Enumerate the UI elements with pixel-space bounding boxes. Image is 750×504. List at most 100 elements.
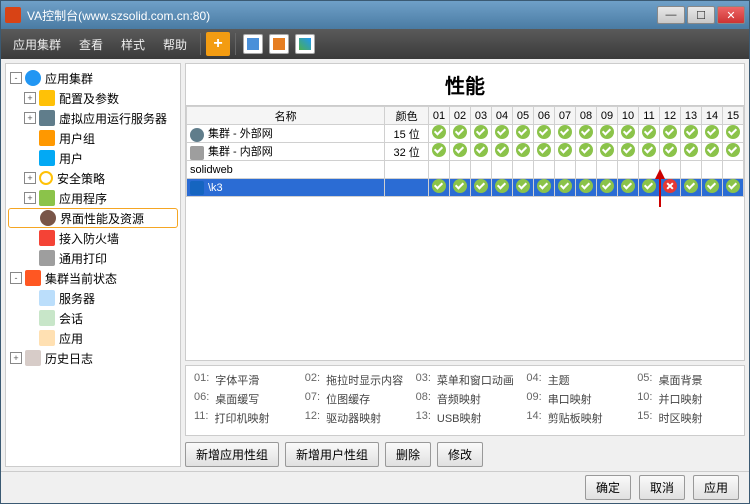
table-row[interactable]: \k3 bbox=[187, 179, 744, 197]
tree-item-0[interactable]: +配置及参数 bbox=[8, 88, 178, 108]
legend-item: 09:串口映射 bbox=[526, 391, 625, 407]
tree-item-1[interactable]: +虚拟应用运行服务器 bbox=[8, 108, 178, 128]
expand-icon[interactable] bbox=[24, 152, 36, 164]
legend-item: 11:打印机映射 bbox=[194, 410, 293, 426]
tree-history[interactable]: +历史日志 bbox=[8, 348, 178, 368]
expand-icon[interactable] bbox=[25, 212, 37, 224]
expand-icon[interactable]: - bbox=[10, 72, 22, 84]
modify-button[interactable]: 修改 bbox=[437, 442, 483, 467]
table-row[interactable]: 集群 - 外部网15 位 bbox=[187, 125, 744, 143]
tree-root[interactable]: -应用集群 bbox=[8, 68, 178, 88]
check-icon bbox=[663, 143, 677, 157]
check-icon bbox=[621, 125, 635, 139]
expand-icon[interactable]: + bbox=[24, 112, 36, 124]
tree-status-0[interactable]: 服务器 bbox=[8, 288, 178, 308]
check-icon bbox=[684, 125, 698, 139]
table-row[interactable]: solidweb bbox=[187, 161, 744, 179]
legend-item: 15:时区映射 bbox=[637, 410, 736, 426]
ic-stat-icon bbox=[25, 270, 41, 286]
tree-label: 应用程序 bbox=[59, 190, 107, 207]
tree-item-4[interactable]: +安全策略 bbox=[8, 168, 178, 188]
expand-icon[interactable] bbox=[24, 312, 36, 324]
tree-item-6[interactable]: 界面性能及资源 bbox=[8, 208, 178, 228]
menu-style[interactable]: 样式 bbox=[113, 32, 153, 57]
menu-view[interactable]: 查看 bbox=[71, 32, 111, 57]
check-icon bbox=[453, 143, 467, 157]
row-name: solidweb bbox=[190, 164, 233, 176]
legend-item: 07:位图缓存 bbox=[305, 391, 404, 407]
cancel-button[interactable]: 取消 bbox=[639, 475, 685, 500]
performance-grid: 名称颜色010203040506070809101112131415集群 - 外… bbox=[185, 105, 745, 361]
expand-icon[interactable]: + bbox=[24, 192, 36, 204]
row-color bbox=[385, 161, 429, 179]
table-row[interactable]: 集群 - 内部网32 位 bbox=[187, 143, 744, 161]
toolbar-btn-2[interactable] bbox=[267, 32, 291, 56]
check-icon bbox=[432, 179, 446, 193]
expand-icon[interactable]: - bbox=[10, 272, 22, 284]
expand-icon[interactable] bbox=[24, 132, 36, 144]
check-icon bbox=[663, 125, 677, 139]
check-icon bbox=[579, 125, 593, 139]
ri-home-icon bbox=[190, 146, 204, 160]
expand-icon[interactable] bbox=[24, 332, 36, 344]
apply-button[interactable]: 应用 bbox=[693, 475, 739, 500]
add-usergroup-button[interactable]: 新增用户性组 bbox=[285, 442, 379, 467]
window-title: VA控制台(www.szsolid.com.cn:80) bbox=[27, 7, 657, 24]
check-icon bbox=[516, 179, 530, 193]
col-12: 12 bbox=[660, 107, 681, 125]
row-color bbox=[385, 179, 429, 197]
col-11: 11 bbox=[639, 107, 660, 125]
toolbar-add-icon[interactable]: + bbox=[206, 32, 230, 56]
tree-item-7[interactable]: 接入防火墙 bbox=[8, 228, 178, 248]
tree-label: 集群当前状态 bbox=[45, 270, 117, 287]
check-icon bbox=[453, 125, 467, 139]
toolbar-btn-1[interactable] bbox=[241, 32, 265, 56]
check-icon bbox=[621, 179, 635, 193]
legend-item: 05:桌面背景 bbox=[637, 372, 736, 388]
tree-status-1[interactable]: 会话 bbox=[8, 308, 178, 328]
delete-button[interactable]: 删除 bbox=[385, 442, 431, 467]
col-05: 05 bbox=[513, 107, 534, 125]
col-06: 06 bbox=[534, 107, 555, 125]
check-icon bbox=[621, 143, 635, 157]
tree-item-8[interactable]: 通用打印 bbox=[8, 248, 178, 268]
tree-item-2[interactable]: 用户组 bbox=[8, 128, 178, 148]
ok-button[interactable]: 确定 bbox=[585, 475, 631, 500]
ic-sess-icon bbox=[39, 310, 55, 326]
legend-item: 02:拖拉时显示内容 bbox=[305, 372, 404, 388]
col-13: 13 bbox=[681, 107, 702, 125]
menu-appcluster[interactable]: 应用集群 bbox=[5, 32, 69, 57]
expand-icon[interactable]: + bbox=[24, 92, 36, 104]
tree-status[interactable]: - 集群当前状态 bbox=[8, 268, 178, 288]
col-04: 04 bbox=[492, 107, 513, 125]
expand-icon[interactable] bbox=[24, 232, 36, 244]
ic-app2-icon bbox=[39, 330, 55, 346]
ic-usr-icon bbox=[39, 150, 55, 166]
legend-item: 06:桌面缓写 bbox=[194, 391, 293, 407]
legend-item: 01:字体平滑 bbox=[194, 372, 293, 388]
expand-icon[interactable]: + bbox=[10, 352, 22, 364]
expand-icon[interactable] bbox=[24, 252, 36, 264]
tree-label: 服务器 bbox=[59, 290, 95, 307]
add-appgroup-button[interactable]: 新增应用性组 bbox=[185, 442, 279, 467]
check-icon bbox=[558, 125, 572, 139]
check-icon bbox=[474, 125, 488, 139]
ri-globe-icon bbox=[190, 128, 204, 142]
close-button[interactable]: ✕ bbox=[717, 6, 745, 24]
check-icon bbox=[558, 143, 572, 157]
tree-item-5[interactable]: + 应用程序 bbox=[8, 188, 178, 208]
toolbar-btn-3[interactable] bbox=[293, 32, 317, 56]
maximize-button[interactable]: ☐ bbox=[687, 6, 715, 24]
col-01: 01 bbox=[429, 107, 450, 125]
menu-help[interactable]: 帮助 bbox=[155, 32, 195, 57]
expand-icon[interactable] bbox=[24, 292, 36, 304]
minimize-button[interactable]: — bbox=[657, 6, 685, 24]
check-icon bbox=[600, 179, 614, 193]
sidebar: -应用集群+配置及参数+虚拟应用运行服务器用户组用户+安全策略+应用程序界面性能… bbox=[5, 63, 181, 467]
tree-item-3[interactable]: 用户 bbox=[8, 148, 178, 168]
tree-label: 通用打印 bbox=[59, 250, 107, 267]
check-icon bbox=[705, 143, 719, 157]
expand-icon[interactable]: + bbox=[24, 172, 36, 184]
check-icon bbox=[432, 143, 446, 157]
tree-status-2[interactable]: 应用 bbox=[8, 328, 178, 348]
